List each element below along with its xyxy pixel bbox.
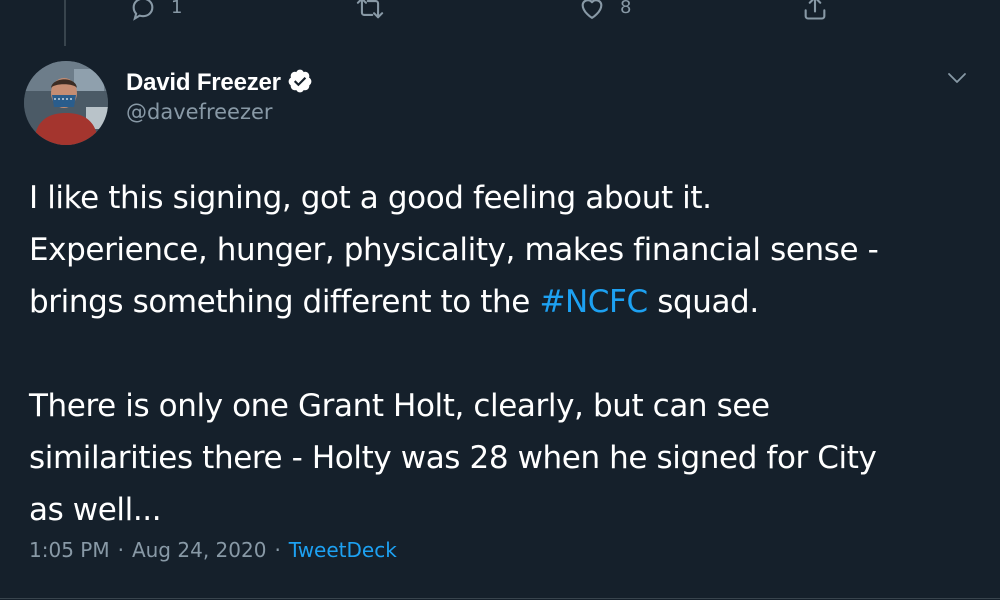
- meta-separator: ·: [274, 538, 281, 562]
- share-icon: [801, 0, 829, 22]
- tweet-line: There is only one Grant Holt, clearly, b…: [29, 388, 770, 424]
- tweet-line: as well...: [29, 492, 162, 528]
- tweet-line: similarities there - Holty was 28 when h…: [29, 440, 877, 476]
- avatar[interactable]: [24, 61, 108, 145]
- reply-button[interactable]: 1: [129, 0, 182, 22]
- tweet-line: Experience, hunger, physicality, makes f…: [29, 232, 879, 268]
- meta-separator: ·: [117, 538, 124, 562]
- like-count: 8: [620, 0, 632, 18]
- retweet-button[interactable]: [355, 0, 399, 22]
- tweet-text-segment: brings something different to the: [29, 284, 540, 320]
- tweet-date[interactable]: Aug 24, 2020: [132, 538, 266, 562]
- tweet-metadata: 1:05 PM · Aug 24, 2020 · TweetDeck: [29, 538, 397, 562]
- hashtag-link[interactable]: #NCFC: [539, 284, 648, 320]
- reply-icon: [129, 0, 157, 22]
- more-options-button[interactable]: [946, 70, 968, 90]
- share-button[interactable]: [801, 0, 829, 22]
- tweet-time[interactable]: 1:05 PM: [29, 538, 110, 562]
- tweet-text: I like this signing, got a good feeling …: [29, 172, 989, 536]
- chevron-down-icon: [946, 71, 968, 90]
- tweet-text-segment: squad.: [647, 284, 759, 320]
- tweet-line: brings something different to the #NCFC …: [29, 276, 989, 328]
- tweet-source-link[interactable]: TweetDeck: [289, 538, 397, 562]
- like-button[interactable]: 8: [578, 0, 631, 22]
- previous-tweet-action-bar: 1 8: [0, 0, 1000, 30]
- author-handle[interactable]: @davefreezer: [126, 100, 273, 124]
- author-display-name[interactable]: David Freezer: [126, 69, 281, 97]
- verified-badge-icon: [287, 68, 313, 98]
- divider: [0, 598, 1000, 599]
- author-name-row[interactable]: David Freezer: [126, 68, 313, 98]
- tweet-line: I like this signing, got a good feeling …: [29, 180, 712, 216]
- retweet-icon: [355, 0, 385, 22]
- heart-icon: [578, 0, 606, 22]
- reply-count: 1: [171, 0, 183, 18]
- tweet-view: 1 8 David Freezer @davefreezer I like th…: [0, 0, 1000, 600]
